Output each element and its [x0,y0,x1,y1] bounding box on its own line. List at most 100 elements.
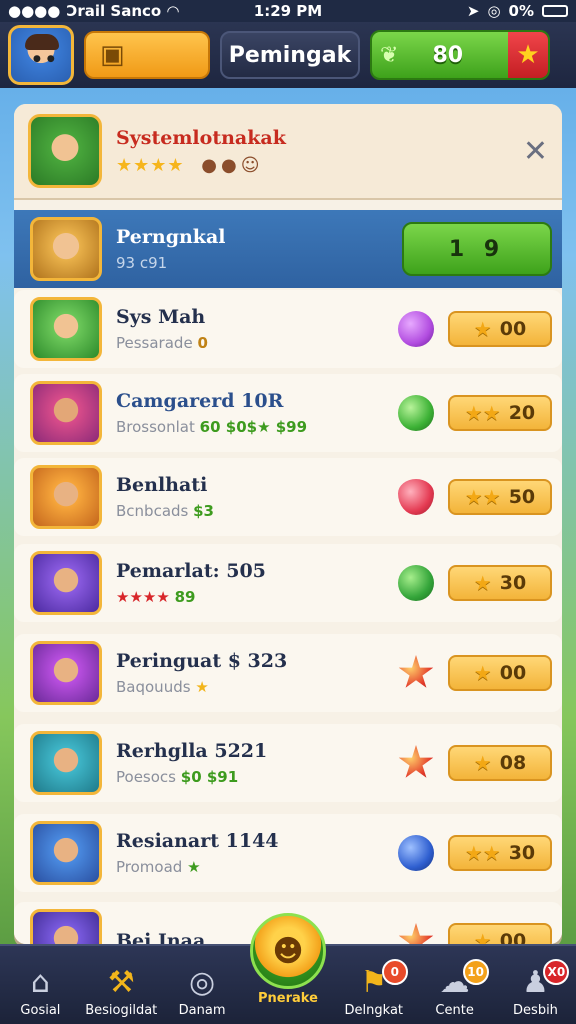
row-sub-stars: ★★★★ [116,588,170,606]
list-item[interactable]: Pemarlat: 505 ★★★★ 89 ★ 30 [14,544,562,622]
score-pill: ★ 08 [448,745,552,781]
row-portrait [30,297,102,361]
pill-value: 50 [508,486,536,508]
header-text: Systemlotnakak ★★★★ ●●☺ [116,127,286,176]
battery-label: 0% [508,2,534,20]
bottom-nav: ⌂ Gosial ⚒ Besiogildat ◎ Danam ☻ Pnerake… [0,913,576,1024]
row-sub-text: Brossonlat [116,418,195,436]
pill-stars: ★ [473,571,492,595]
row-sub-text: Pessarade [116,334,193,352]
row-info: Resianart 1144 Promoad ★ [116,830,384,876]
list-item[interactable]: Benlhati Bcnbcads $3 ★★ 50 [14,458,562,536]
row-portrait [30,909,102,944]
pill-value: 00 [499,318,527,340]
header-coins-icon: ●●☺ [201,154,264,176]
selected-action-button[interactable]: 1 9 [402,222,552,276]
nav-item-social[interactable]: ⌂ Gosial [0,963,80,1018]
row-sub-star: ★ [195,678,209,696]
row-sub-text: Poesocs [116,768,176,786]
row-info: Pemarlat: 505 ★★★★ 89 [116,560,384,606]
row-sub-value: $0 $91 [180,768,239,786]
nav-label: Desbih [513,1003,558,1018]
list-item[interactable]: Camgarerd 10R Brossonlat 60 $0$★ $99 ★★ 2… [14,374,562,452]
pill-value: 20 [508,402,536,424]
robot-icon: ▣ [100,40,125,70]
row-name: Peringuat $ 323 [116,650,288,672]
star-gem-icon [398,745,434,778]
row-sub: Baqouuds ★ [116,678,384,696]
star-gem-icon [398,655,434,688]
wifi-icon: ◠ [167,2,179,20]
star-gem-icon [398,923,434,944]
row-info: Sys Mah Pessarade 0 [116,306,384,352]
nav-label: Delngkat [344,1003,404,1018]
pill-value: 30 [508,842,536,864]
nav-item-center[interactable]: ☻ Pnerake [243,913,333,1018]
battery-icon [542,5,568,17]
pill-stars: ★ [473,929,492,944]
row-name: Pemarlat: 505 [116,560,266,582]
currency-value: 80 [432,42,464,68]
header-rating: ★★★★ ●●☺ [116,155,286,176]
nav-item-danam[interactable]: ◎ Danam [162,963,242,1018]
avatar-hair [25,34,59,50]
list-item[interactable]: Peringuat $ 323 Baqouuds ★ ★ 00 [14,634,562,712]
header-title: Systemlotnakak [116,126,286,149]
currency-button[interactable]: ❦ 80 ★ [370,30,550,80]
home-icon: ⌂ [30,965,50,1000]
nav-label: Cente [435,1003,474,1018]
list-item[interactable]: Sys Mah Pessarade 0 ★ 00 [14,290,562,368]
pill-value: 08 [499,752,527,774]
row-sub-text: Promoad [116,858,183,876]
row-portrait [30,381,102,445]
row-name: Sys Mah [116,306,206,328]
nav-label: Danam [178,1003,226,1018]
row-name: Resianart 1144 [116,830,279,852]
selected-info: Perngnkal 93 c91 [116,226,388,272]
pill-stars: ★ [473,751,492,775]
gem-icon [398,565,434,601]
pill-stars: ★ [473,661,492,685]
nav-item-cente[interactable]: ☁ 10 Cente [415,959,495,1018]
pill-value: 00 [499,930,527,944]
status-left: ●●●● Ɔrail Sanco ◠ [8,2,179,20]
score-pill: ★ 00 [448,923,552,944]
row-info: Camgarerd 10R Brossonlat 60 $0$★ $99 [116,390,384,436]
row-sub-value: $3 [193,502,214,520]
row-portrait [30,465,102,529]
score-pill: ★ 00 [448,311,552,347]
selected-row[interactable]: Perngnkal 93 c91 1 9 [14,210,562,288]
pill-value: 30 [499,572,527,594]
avatar-eyes: ●● [33,54,61,64]
carrier-label: Ɔrail Sanco [66,2,162,20]
close-icon[interactable]: ✕ [523,134,548,169]
status-right: ➤ ◎ 0% [467,2,568,20]
star-icon[interactable]: ★ [508,32,548,78]
player-avatar[interactable]: ●● [8,25,74,85]
nav-item-delngkat[interactable]: ⚑ 0 Delngkat [334,959,414,1018]
alarm-icon: ◎ [487,2,501,20]
hammer-icon: ⚒ [107,965,135,1000]
signal-icon: ●●●● [8,2,61,20]
row-name: Camgarerd 10R [116,390,284,412]
nav-item-build[interactable]: ⚒ Besiogildat [81,963,161,1018]
row-sub-value: 89 [174,588,196,606]
row-sub: Brossonlat 60 $0$★ $99 [116,418,384,436]
location-icon: ➤ [466,2,480,20]
menu-button[interactable]: ▣ [84,31,210,79]
score-pill: ★ 00 [448,655,552,691]
gem-icon [398,311,434,347]
pill-stars: ★★ [464,485,501,509]
pill-stars: ★ [473,317,492,341]
nav-item-desbih[interactable]: ♟ X0 Desbih [495,959,575,1018]
selected-sub: 93 c91 [116,254,168,272]
list-item[interactable]: Rerhglla 5221 Poesocs $0 $91 ★ 08 [14,724,562,802]
header-stars: ★★★★ [116,154,185,176]
pill-stars: ★★ [464,841,501,865]
leaf-icon: ❦ [380,42,399,68]
row-info: Rerhglla 5221 Poesocs $0 $91 [116,740,384,786]
row-info: Benlhati Bcnbcads $3 [116,474,384,520]
nav-label: Besiogildat [85,1003,158,1018]
list-item[interactable]: Resianart 1144 Promoad ★ ★★ 30 [14,814,562,892]
row-sub-text: Baqouuds [116,678,191,696]
